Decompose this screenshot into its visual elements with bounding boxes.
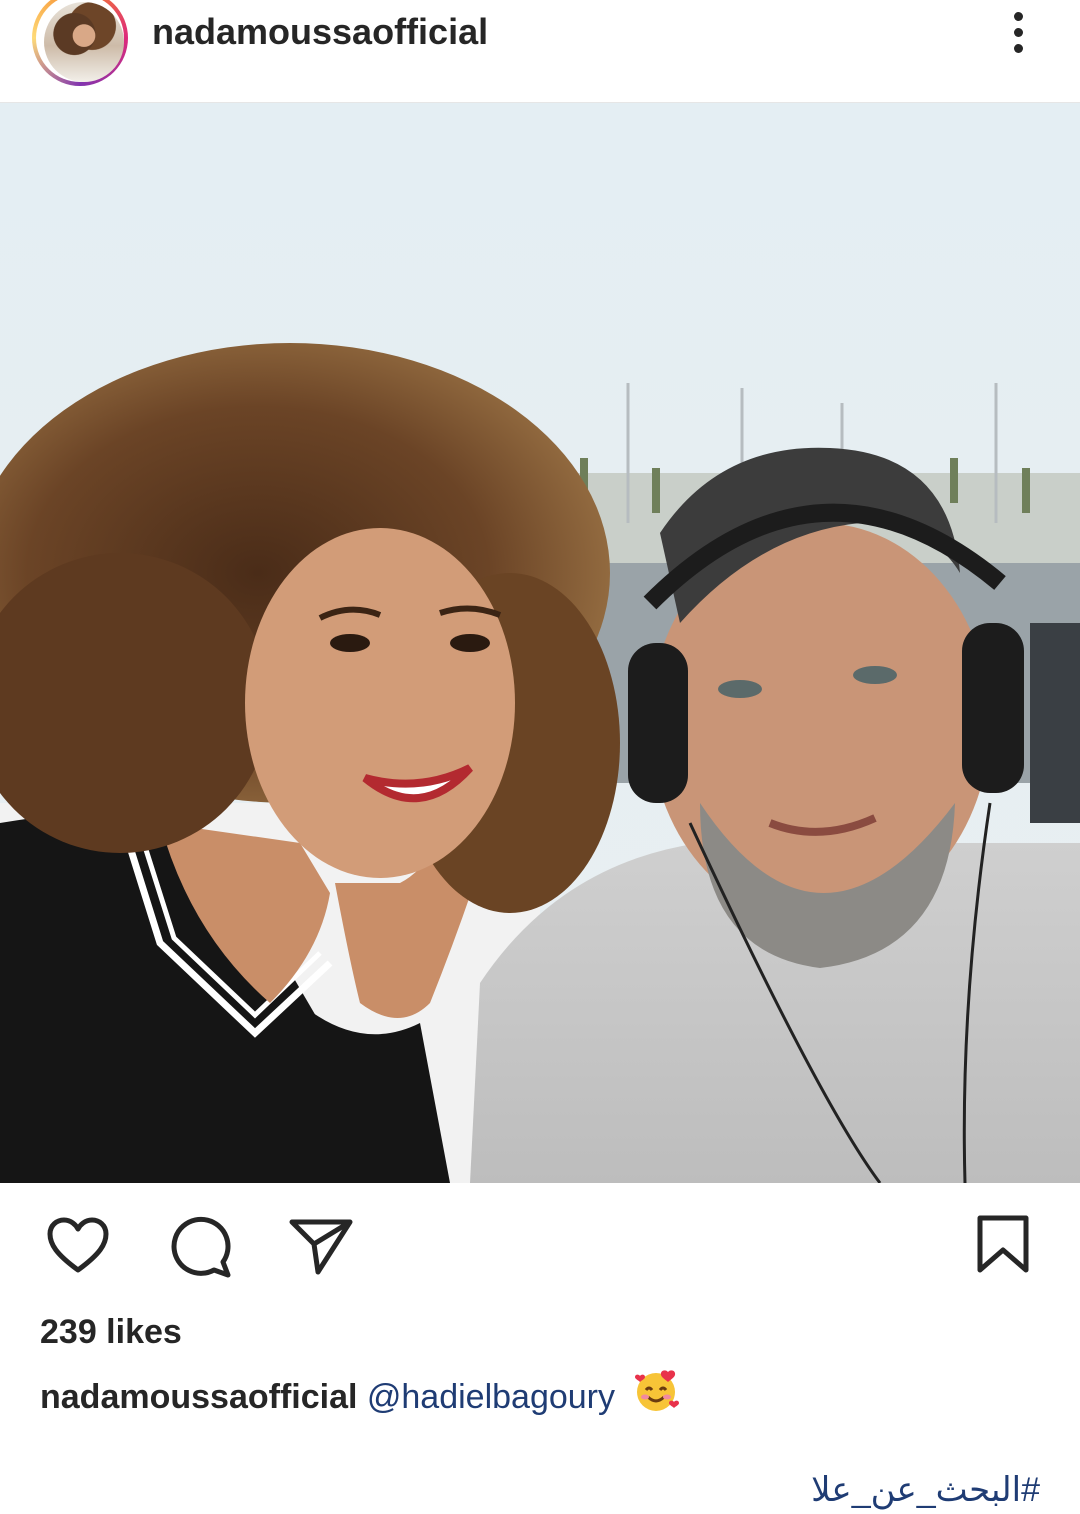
caption-hashtag-link[interactable]: #البحث_عن_علا (811, 1466, 1040, 1514)
smiling-face-with-hearts-icon (632, 1366, 680, 1427)
post-header: nadamoussaofficial (0, 0, 1080, 103)
caption-username[interactable]: nadamoussaofficial (40, 1378, 357, 1416)
caption: nadamoussaofficial @hadielbagoury (40, 1366, 680, 1427)
post-photo-illustration (0, 103, 1080, 1183)
likes-count[interactable]: 239 likes (40, 1310, 182, 1354)
like-heart-icon[interactable] (46, 1216, 110, 1276)
avatar[interactable] (32, 0, 128, 86)
post-photo[interactable] (0, 103, 1080, 1183)
more-dot (1014, 44, 1023, 53)
more-dot (1014, 12, 1023, 21)
caption-mention-link[interactable]: @hadielbagoury (367, 1378, 615, 1416)
avatar-gap (36, 0, 124, 82)
more-dot (1014, 28, 1023, 37)
share-send-icon[interactable] (288, 1216, 354, 1276)
more-options-icon[interactable] (990, 0, 1046, 66)
avatar-image (44, 2, 124, 82)
post-author-username[interactable]: nadamoussaofficial (152, 10, 488, 54)
save-bookmark-icon[interactable] (976, 1214, 1030, 1274)
comment-icon[interactable] (168, 1214, 234, 1280)
